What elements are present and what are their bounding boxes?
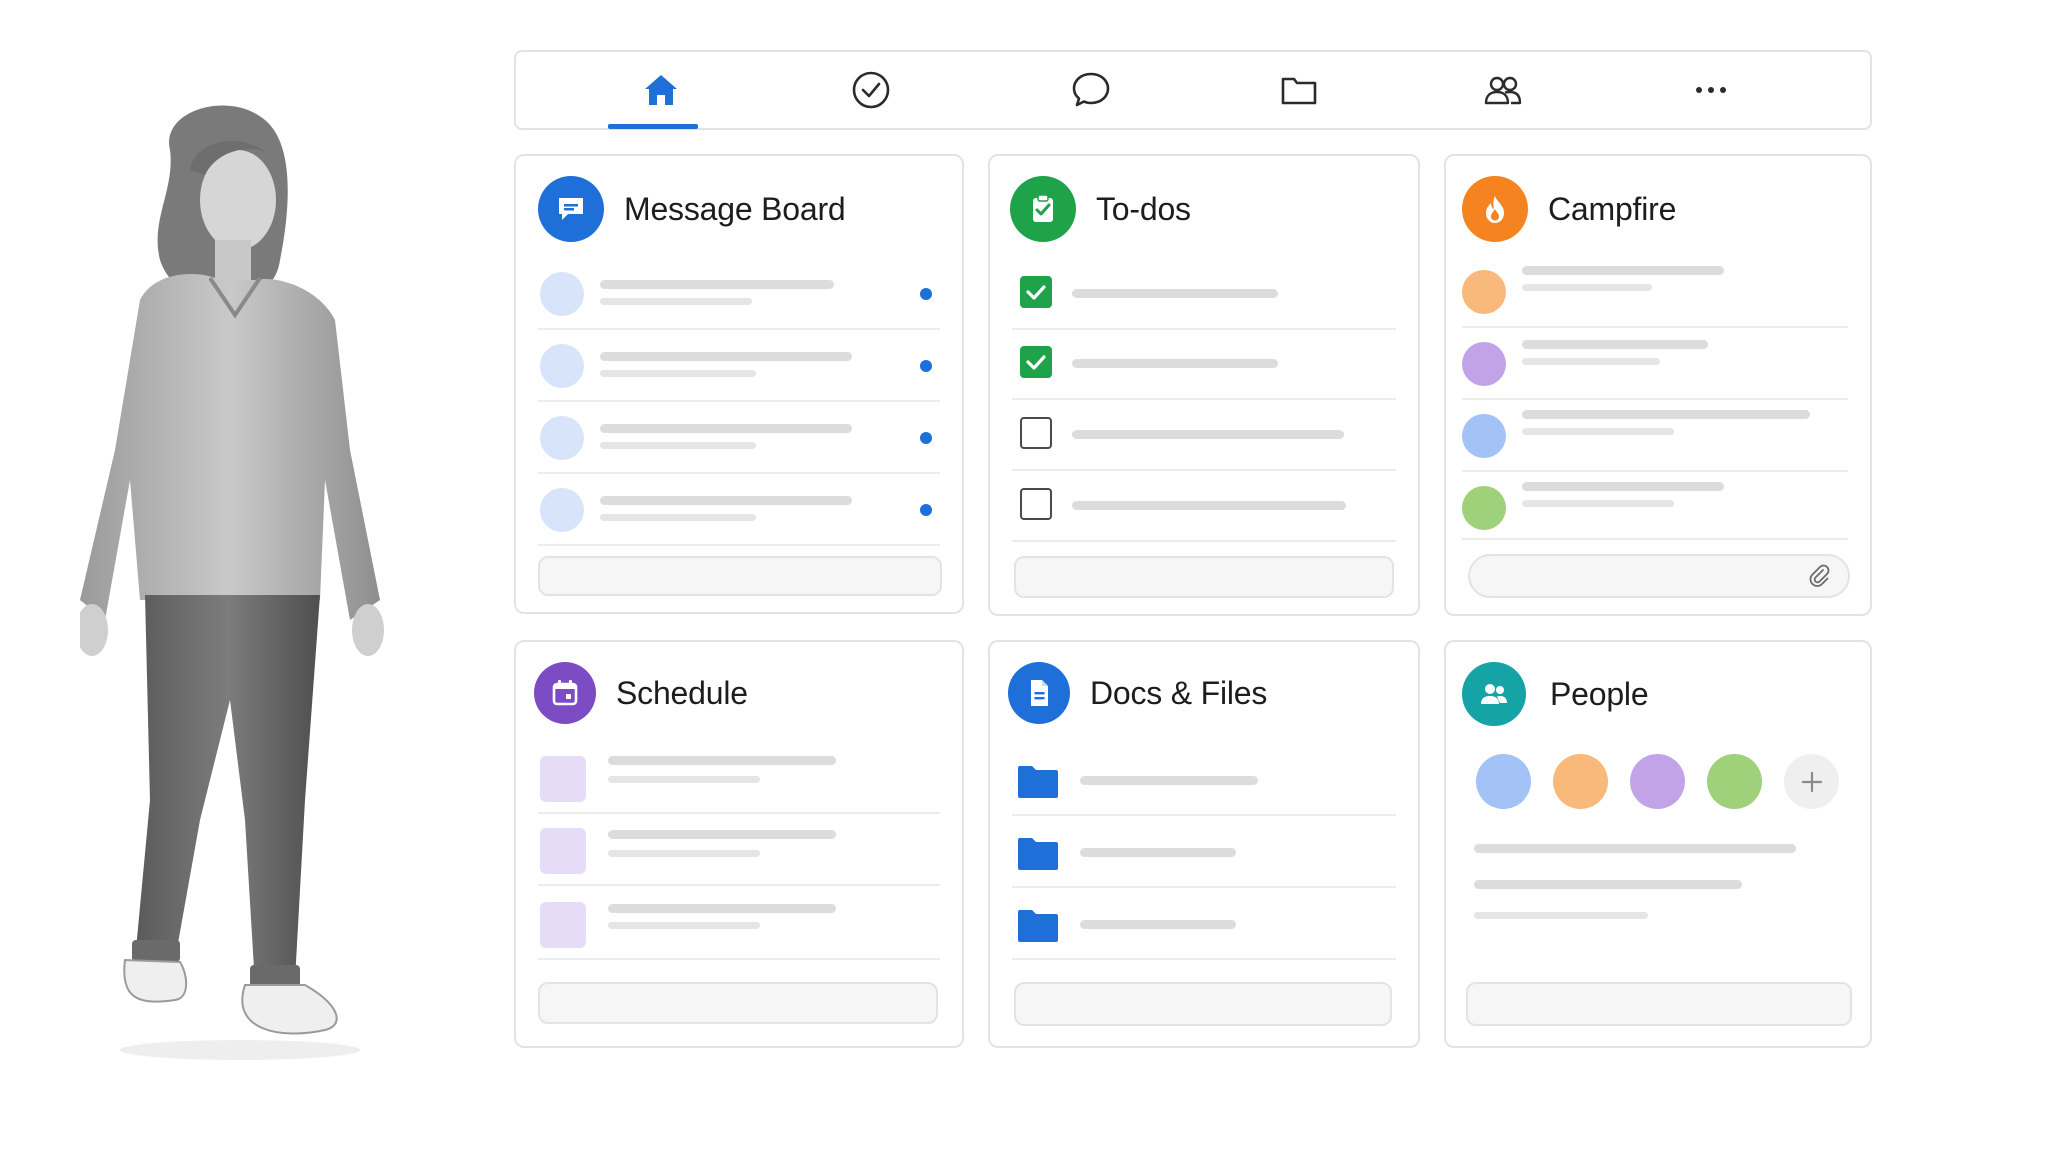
schedule-composer[interactable]	[538, 982, 938, 1024]
nav-todos[interactable]	[826, 50, 916, 130]
checkbox-unchecked[interactable]	[1020, 417, 1052, 449]
unread-indicator	[920, 432, 932, 444]
nav-files[interactable]	[1254, 50, 1344, 130]
nav-people[interactable]	[1458, 50, 1548, 130]
chat-line	[1462, 328, 1848, 400]
check-circle-icon	[852, 71, 890, 109]
card-title: To-dos	[1096, 190, 1191, 227]
event-item[interactable]	[538, 814, 940, 886]
folder-icon	[1281, 77, 1317, 105]
checkbox-unchecked[interactable]	[1020, 488, 1052, 520]
avatar[interactable]	[1476, 754, 1531, 809]
avatar[interactable]	[1553, 754, 1608, 809]
list-item[interactable]	[538, 330, 940, 402]
card-todos[interactable]: To-dos	[988, 154, 1420, 616]
document-icon	[1008, 662, 1070, 724]
file-item[interactable]	[1012, 888, 1396, 960]
todo-composer[interactable]	[1014, 556, 1394, 598]
add-person-button[interactable]	[1784, 754, 1839, 809]
avatar[interactable]	[1630, 754, 1685, 809]
card-title: Schedule	[616, 674, 748, 711]
calendar-icon	[534, 662, 596, 724]
flame-icon	[1462, 176, 1528, 242]
files-composer[interactable]	[1014, 982, 1392, 1026]
todo-item[interactable]	[1012, 399, 1396, 471]
checkbox-checked[interactable]	[1020, 276, 1052, 308]
todo-item[interactable]	[1012, 470, 1396, 540]
unread-indicator	[920, 288, 932, 300]
todo-item[interactable]	[1012, 258, 1396, 330]
chat-line	[1462, 472, 1848, 542]
folder-icon	[1018, 838, 1058, 870]
people-icon	[1484, 76, 1522, 105]
todo-item[interactable]	[1012, 328, 1396, 400]
person-illustration	[80, 105, 384, 1060]
event-item[interactable]	[538, 742, 940, 814]
folder-icon	[1018, 910, 1058, 942]
nav-home[interactable]	[616, 50, 706, 130]
file-item[interactable]	[1012, 744, 1396, 816]
list-item[interactable]	[538, 258, 940, 330]
people-composer[interactable]	[1466, 982, 1852, 1026]
nav-chat[interactable]	[1046, 50, 1136, 130]
checkbox-checked[interactable]	[1020, 346, 1052, 378]
avatar[interactable]	[1707, 754, 1762, 809]
chat-input[interactable]	[1468, 554, 1850, 598]
card-people[interactable]: People	[1444, 640, 1872, 1048]
paperclip-icon[interactable]	[1806, 562, 1832, 588]
plus-icon	[1801, 771, 1822, 792]
file-item[interactable]	[1012, 816, 1396, 888]
more-icon	[1696, 87, 1726, 93]
home-icon	[645, 75, 677, 105]
nav-active-indicator	[608, 124, 698, 129]
message-composer[interactable]	[538, 556, 942, 596]
card-schedule[interactable]: Schedule	[514, 640, 964, 1048]
card-campfire[interactable]: Campfire	[1444, 154, 1872, 616]
card-title: Message Board	[624, 190, 846, 227]
people-icon	[1462, 662, 1526, 726]
list-item[interactable]	[538, 402, 940, 474]
card-docs-files[interactable]: Docs & Files	[988, 640, 1420, 1048]
chat-bubble-icon	[1072, 72, 1110, 107]
unread-indicator	[920, 360, 932, 372]
nav-more[interactable]	[1666, 50, 1756, 130]
chat-line	[1462, 256, 1848, 328]
event-item[interactable]	[538, 888, 940, 960]
card-title: People	[1550, 675, 1649, 712]
unread-indicator	[920, 504, 932, 516]
clipboard-check-icon	[1010, 176, 1076, 242]
card-title: Docs & Files	[1090, 674, 1268, 711]
chat-line	[1462, 400, 1848, 472]
people-avatars	[1476, 754, 1839, 809]
card-title: Campfire	[1548, 190, 1677, 227]
message-icon	[538, 176, 604, 242]
card-message-board[interactable]: Message Board	[514, 154, 964, 614]
list-item[interactable]	[538, 474, 940, 546]
folder-icon	[1018, 766, 1058, 798]
